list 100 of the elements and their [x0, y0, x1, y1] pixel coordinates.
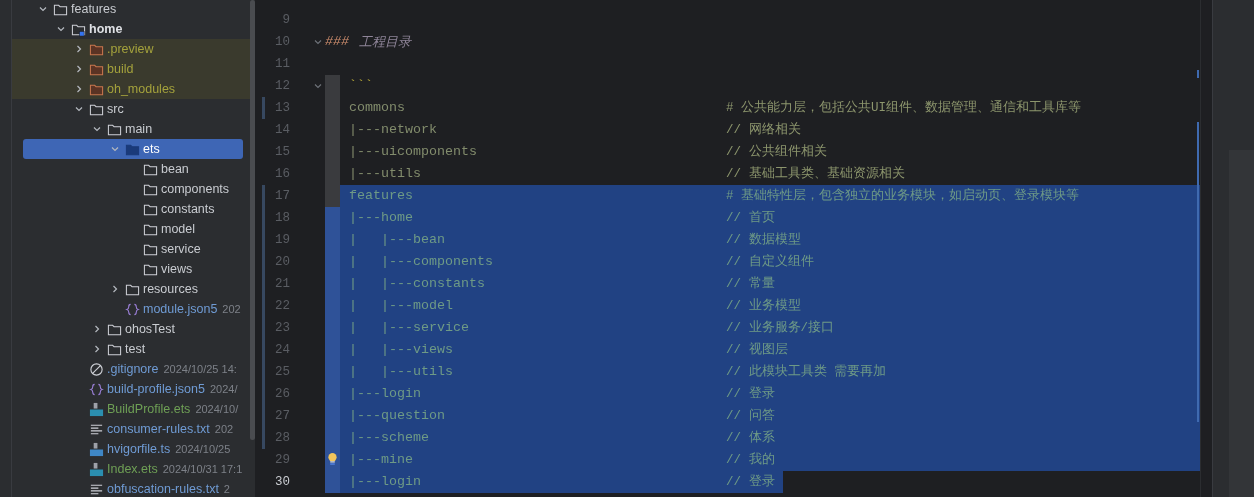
- tree-item[interactable]: main: [12, 119, 154, 139]
- lightbulb-icon[interactable]: [327, 452, 338, 467]
- file-name: test: [125, 340, 146, 358]
- file-name: module.json5: [143, 300, 218, 318]
- code-comment: // 我的: [726, 451, 775, 469]
- chevron-down-icon[interactable]: [56, 24, 66, 34]
- tree-item[interactable]: Index.ets 2024/10/31 17:1: [12, 459, 244, 479]
- file-name: resources: [143, 280, 198, 298]
- tree-item[interactable]: bean: [12, 159, 190, 179]
- tree-item[interactable]: features: [12, 0, 118, 19]
- chevron-right-icon[interactable]: [92, 344, 102, 354]
- line-number: 30: [275, 473, 290, 491]
- line-number: 12: [275, 77, 290, 95]
- chevron-down-icon[interactable]: [110, 144, 120, 154]
- code-comment: // 业务服务/接口: [726, 319, 834, 337]
- fold-icon[interactable]: [312, 37, 323, 47]
- tree-item[interactable]: build-profile.json5 2024/: [12, 379, 239, 399]
- file-name: model: [161, 220, 196, 238]
- modified-date: 2024/: [210, 381, 238, 397]
- tree-item[interactable]: ohosTest: [12, 319, 177, 339]
- file-icon: [89, 461, 104, 477]
- file-name: home: [89, 20, 123, 38]
- code-comment: // 视图层: [726, 341, 788, 359]
- code-text: features: [349, 187, 413, 205]
- code-text: | |---utils: [349, 363, 453, 381]
- modified-date: 2024/10/: [195, 401, 239, 417]
- tree-item[interactable]: src: [12, 99, 125, 119]
- chevron-down-icon[interactable]: [92, 124, 102, 134]
- line-number: 10: [275, 33, 290, 51]
- line-number: 23: [275, 319, 290, 337]
- chevron-right-icon[interactable]: [74, 44, 84, 54]
- line-number: 20: [275, 253, 290, 271]
- line-number: 14: [275, 121, 290, 139]
- line-number: 26: [275, 385, 290, 403]
- line-number: 11: [275, 55, 290, 73]
- chevron-right-icon[interactable]: [74, 84, 84, 94]
- tree-item[interactable]: hvigorfile.ts 2024/10/25: [12, 439, 232, 459]
- code-text: | |---views: [349, 341, 453, 359]
- tree-item[interactable]: BuildProfile.ets 2024/10/: [12, 399, 240, 419]
- code-text: |---login: [349, 385, 421, 403]
- tree-item[interactable]: constants: [12, 199, 216, 219]
- line-number: 25: [275, 363, 290, 381]
- tree-item[interactable]: module.json5 202: [12, 299, 242, 319]
- modified-date: 2024/10/25 14:: [163, 361, 237, 377]
- code-comment: // 业务模型: [726, 297, 801, 315]
- fold-icon[interactable]: [312, 81, 323, 91]
- code-comment: // 自定义组件: [726, 253, 814, 271]
- file-name: src: [107, 100, 124, 118]
- line-number: 19: [275, 231, 290, 249]
- file-name: build: [107, 60, 134, 78]
- code-text: |---home: [349, 209, 413, 227]
- code-comment: # 公共能力层，包括公共UI组件、数据管理、通信和工具库等: [726, 99, 1081, 117]
- tree-item[interactable]: model: [12, 219, 197, 239]
- line-number: 21: [275, 275, 290, 293]
- file-name: main: [125, 120, 153, 138]
- chevron-right-icon[interactable]: [74, 64, 84, 74]
- chevron-right-icon[interactable]: [110, 284, 120, 294]
- tree-item[interactable]: ets: [23, 139, 243, 159]
- file-name: .gitignore: [107, 360, 159, 378]
- tree-item[interactable]: resources: [12, 279, 199, 299]
- line-number: 24: [275, 341, 290, 359]
- file-name: views: [161, 260, 193, 278]
- file-name: constants: [161, 200, 215, 218]
- code-text: |---login: [349, 473, 421, 491]
- tree-item[interactable]: consumer-rules.txt 202: [12, 419, 235, 439]
- tree-item[interactable]: service: [12, 239, 202, 259]
- code-text: | |---constants: [349, 275, 485, 293]
- chevron-right-icon[interactable]: [92, 324, 102, 334]
- heading-text: 工程目录: [359, 33, 411, 52]
- chevron-down-icon[interactable]: [38, 4, 48, 14]
- tree-item[interactable]: home: [12, 19, 124, 39]
- prohibited-icon: [89, 361, 104, 377]
- code-fence: ```: [349, 77, 373, 95]
- line-number: 29: [275, 451, 290, 469]
- code-block-margin: [325, 207, 340, 229]
- chevron-down-icon[interactable]: [74, 104, 84, 114]
- file-name: obfuscation-rules.txt: [107, 480, 219, 497]
- file-name: hvigorfile.ts: [107, 440, 171, 458]
- file-name: Index.ets: [107, 460, 158, 478]
- file-icon: [89, 441, 104, 457]
- file-name: build-profile.json5: [107, 380, 205, 398]
- code-comment: // 登录: [726, 473, 775, 491]
- line-number: 18: [275, 209, 290, 227]
- code-comment: // 数据模型: [726, 231, 801, 249]
- code-block-margin: [325, 75, 340, 97]
- tree-item[interactable]: components: [12, 179, 231, 199]
- tree-item[interactable]: .gitignore 2024/10/25 14:: [12, 359, 238, 379]
- code-comment: // 体系: [726, 429, 775, 447]
- code-text: | |---bean: [349, 231, 445, 249]
- tree-item[interactable]: test: [12, 339, 147, 359]
- modified-date: 202: [214, 421, 234, 437]
- tree-item[interactable]: views: [12, 259, 194, 279]
- line-number: 13: [275, 99, 290, 117]
- file-icon: [89, 401, 104, 417]
- code-comment: // 登录: [726, 385, 775, 403]
- tree-item[interactable]: obfuscation-rules.txt 2: [12, 479, 231, 497]
- modified-date: 2024/10/25: [175, 441, 231, 457]
- file-name: oh_modules: [107, 80, 176, 98]
- line-number: 17: [275, 187, 290, 205]
- code-text: |---uicomponents: [349, 143, 477, 161]
